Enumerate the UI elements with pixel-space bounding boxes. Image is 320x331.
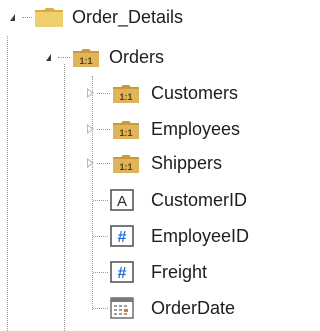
- tree-node-label: Shippers: [151, 153, 223, 173]
- tree-connector: [97, 163, 110, 164]
- tree-node-freight[interactable]: # Freight: [0, 257, 280, 287]
- tree-node-label: OrderDate: [151, 298, 236, 318]
- svg-text:1:1: 1:1: [119, 162, 132, 172]
- relation-one-to-one-icon: 1:1: [112, 120, 140, 145]
- tree-node-shippers[interactable]: 1:1 Shippers: [0, 148, 280, 178]
- expand-arrow-icon[interactable]: [87, 88, 94, 98]
- svg-text:1:1: 1:1: [79, 56, 92, 66]
- expand-arrow-icon[interactable]: [87, 124, 94, 134]
- tree-node-label: EmployeeID: [151, 226, 250, 246]
- tree-node-label: Customers: [151, 83, 239, 103]
- collapse-arrow-icon[interactable]: [46, 54, 51, 61]
- tree-node-orders[interactable]: 1:1 Orders: [0, 42, 280, 72]
- tree-connector: [97, 129, 110, 130]
- tree-connector: [22, 17, 32, 18]
- folder-icon: [34, 6, 64, 33]
- tree-node-customers[interactable]: 1:1 Customers: [0, 78, 280, 108]
- tree-connector: [97, 93, 110, 94]
- tree-connector: [93, 308, 108, 309]
- tree-connector: [93, 272, 108, 273]
- collapse-arrow-icon[interactable]: [10, 14, 15, 21]
- relation-one-to-one-icon: 1:1: [72, 48, 100, 73]
- relation-one-to-one-icon: 1:1: [112, 154, 140, 179]
- tree-node-label: Freight: [151, 262, 208, 282]
- svg-text:A: A: [117, 193, 127, 210]
- number-field-icon: #: [110, 261, 134, 288]
- tree-node-label: CustomerID: [151, 190, 248, 210]
- number-field-icon: #: [110, 225, 134, 252]
- expand-arrow-icon[interactable]: [87, 158, 94, 168]
- svg-text:1:1: 1:1: [119, 92, 132, 102]
- date-field-icon: [110, 297, 134, 324]
- svg-text:#: #: [118, 265, 127, 282]
- tree-node-label: Employees: [151, 119, 241, 139]
- svg-text:1:1: 1:1: [119, 128, 132, 138]
- tree-node-label: Order_Details: [72, 7, 184, 27]
- tree-connector: [93, 200, 108, 201]
- tree-node-order-details[interactable]: Order_Details: [0, 2, 280, 32]
- tree-node-employees[interactable]: 1:1 Employees: [0, 114, 280, 144]
- tree-node-customerid[interactable]: A CustomerID: [0, 185, 280, 215]
- tree-node-label: Orders: [109, 47, 165, 67]
- tree-connector: [58, 57, 70, 58]
- tree-connector: [93, 236, 108, 237]
- tree-node-orderdate[interactable]: OrderDate: [0, 293, 280, 323]
- tree-view: Order_Details 1:1 Orders 1:1 Customers 1…: [0, 0, 280, 331]
- text-field-icon: A: [110, 189, 134, 216]
- svg-text:#: #: [118, 229, 127, 246]
- relation-one-to-one-icon: 1:1: [112, 84, 140, 109]
- tree-node-employeeid[interactable]: # EmployeeID: [0, 221, 280, 251]
